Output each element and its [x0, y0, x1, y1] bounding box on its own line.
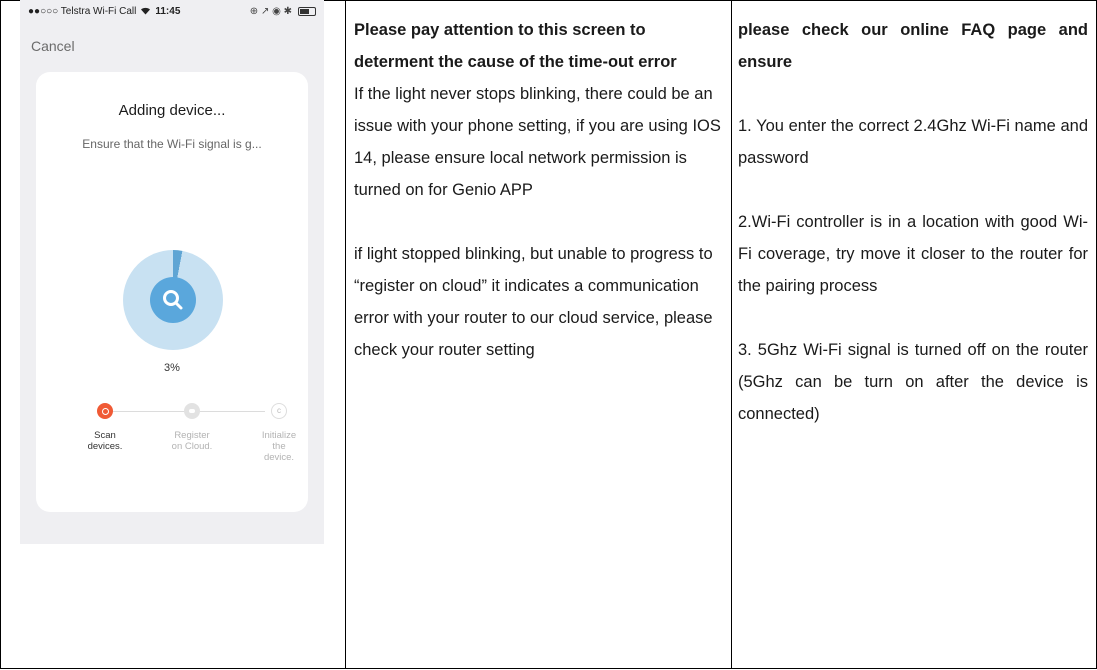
- time-label: 11:45: [155, 5, 181, 17]
- wifi-icon: [141, 7, 151, 15]
- status-icons: ⊕ ↗ ◉ ✱: [249, 5, 292, 17]
- adding-device-card: Adding device... Ensure that the Wi-Fi s…: [36, 72, 308, 512]
- attention-heading: Please pay attention to this screen to d…: [354, 21, 677, 71]
- phone-screenshot: ●●○○○ Telstra Wi-Fi Call 11:45 ⊕ ↗ ◉ ✱ C…: [20, 0, 324, 544]
- faq-item-1: 1. You enter the correct 2.4Ghz Wi-Fi na…: [738, 117, 1088, 167]
- carrier-label: ●●○○○ Telstra Wi-Fi Call: [28, 5, 137, 17]
- faq-column: please check our online FAQ page and ens…: [738, 14, 1088, 430]
- attention-column: Please pay attention to this screen to d…: [354, 14, 724, 366]
- battery-icon: [298, 6, 316, 16]
- step-cloud-icon: [184, 403, 200, 419]
- step-label-register: Register on Cloud.: [171, 430, 213, 452]
- progress-percent: 3%: [164, 362, 180, 374]
- blinking-paragraph: If the light never stops blinking, there…: [354, 85, 721, 199]
- cancel-button[interactable]: Cancel: [31, 38, 75, 54]
- search-icon: [150, 277, 196, 323]
- faq-heading: please check our online FAQ page and ens…: [738, 21, 1088, 71]
- step-initialize-icon: [271, 403, 287, 419]
- step-scan-icon: [97, 403, 113, 419]
- stopped-blinking-paragraph: if light stopped blinking, but unable to…: [354, 245, 713, 359]
- step-label-scan: Scan devices.: [87, 430, 123, 452]
- step-label-initialize: Initialize the device.: [261, 430, 297, 463]
- faq-item-2: 2.Wi-Fi controller is in a location with…: [738, 213, 1088, 295]
- faq-item-3: 3. 5Ghz Wi-Fi signal is turned off on th…: [738, 341, 1088, 423]
- card-subtitle: Ensure that the Wi-Fi signal is g...: [82, 137, 262, 151]
- status-bar: ●●○○○ Telstra Wi-Fi Call 11:45 ⊕ ↗ ◉ ✱: [20, 0, 324, 22]
- card-title: Adding device...: [118, 102, 226, 119]
